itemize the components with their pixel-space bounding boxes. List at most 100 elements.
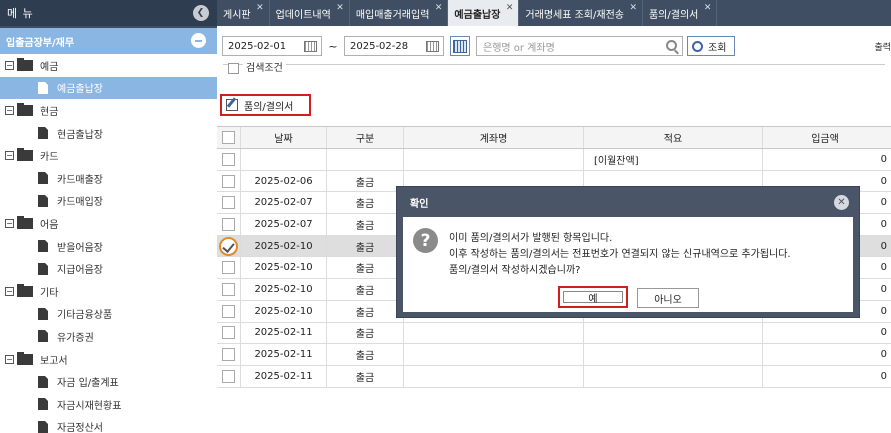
- row-checkbox[interactable]: [222, 217, 235, 231]
- sidebar-section[interactable]: 입출금장부/재무: [0, 28, 217, 54]
- cell-type: 출금: [327, 365, 404, 387]
- row-checkbox[interactable]: [222, 304, 235, 318]
- tree-item[interactable]: 예금출납장: [0, 76, 217, 100]
- table-row[interactable]: 2025-02-11 출금 0: [217, 322, 891, 345]
- column-header[interactable]: 계좌명: [404, 127, 584, 148]
- tree-item[interactable]: 카드매출장: [0, 167, 217, 190]
- document-icon: [38, 420, 48, 433]
- row-select-cell[interactable]: [217, 257, 241, 279]
- no-button[interactable]: 아니오: [637, 288, 699, 308]
- row-select-cell[interactable]: [217, 214, 241, 235]
- tree-item[interactable]: 지급어음장: [0, 257, 217, 280]
- tree-item[interactable]: 자금시재현황표: [0, 393, 217, 416]
- row-select-cell[interactable]: [217, 279, 241, 300]
- tree-item[interactable]: 기타금융상품: [0, 303, 217, 326]
- condition-label: 검색조건: [243, 59, 286, 74]
- row-checkbox[interactable]: [222, 196, 235, 210]
- search-input[interactable]: 은행명 or 계좌명: [476, 36, 683, 56]
- table-row[interactable]: [이월잔액] 0: [217, 149, 891, 171]
- tree-folder[interactable]: − 어음: [0, 212, 217, 235]
- tree-folder[interactable]: − 카드: [0, 144, 217, 167]
- yes-button[interactable]: 예: [558, 286, 628, 308]
- row-select-cell[interactable]: [217, 300, 241, 322]
- tab[interactable]: 매입매출거래입력 ✕: [350, 0, 449, 26]
- tree-item[interactable]: 유가증권: [0, 325, 217, 348]
- row-select-cell[interactable]: [217, 344, 241, 365]
- collapse-toggle-icon[interactable]: −: [5, 60, 14, 70]
- row-checkbox[interactable]: [222, 369, 235, 383]
- row-checkbox[interactable]: [222, 174, 235, 188]
- row-checkbox[interactable]: [222, 326, 235, 340]
- row-checkbox[interactable]: [219, 236, 238, 256]
- column-header[interactable]: 날짜: [241, 127, 327, 148]
- voucher-button[interactable]: 품의/결의서: [220, 94, 311, 116]
- row-checkbox[interactable]: [222, 282, 235, 296]
- cell-account: [404, 322, 584, 344]
- row-checkbox[interactable]: [222, 348, 235, 362]
- row-select-cell[interactable]: [217, 322, 241, 344]
- tree-item[interactable]: 받을어음장: [0, 235, 217, 258]
- collapse-toggle-icon[interactable]: −: [5, 354, 14, 364]
- search-icon[interactable]: [666, 40, 677, 51]
- date-from-input[interactable]: 2025-02-01: [222, 36, 322, 56]
- sidebar-header: 메 뉴 ❮: [0, 0, 217, 26]
- close-icon[interactable]: ✕: [834, 195, 849, 210]
- tab[interactable]: 게시판 ✕: [217, 0, 270, 26]
- folder-icon: [17, 215, 33, 229]
- close-icon[interactable]: ✕: [256, 3, 264, 13]
- confirm-dialog: 확인 ✕ ? 이미 품의/결의서가 발행된 항목입니다. 이후 작성하는 품의/…: [396, 186, 860, 318]
- calendar-icon[interactable]: [426, 41, 439, 52]
- row-select-cell[interactable]: [217, 235, 241, 257]
- tree-item[interactable]: 자금 입/출계표: [0, 370, 217, 393]
- row-select-cell[interactable]: [217, 365, 241, 387]
- collapse-icon[interactable]: [191, 33, 206, 48]
- close-icon[interactable]: ✕: [506, 3, 514, 13]
- table-row[interactable]: 2025-02-11 출금 0: [217, 365, 891, 388]
- tree-item[interactable]: 현금출납장: [0, 122, 217, 145]
- column-header[interactable]: 입금액: [763, 127, 891, 148]
- select-all-checkbox[interactable]: [222, 131, 235, 144]
- tab-label: 거래명세표 조회/재전송: [525, 9, 624, 21]
- table-row[interactable]: 2025-02-11 출금 0: [217, 344, 891, 366]
- close-icon[interactable]: ✕: [629, 3, 637, 13]
- row-checkbox[interactable]: [222, 261, 235, 275]
- column-header[interactable]: 구분: [327, 127, 404, 148]
- row-select-cell[interactable]: [217, 170, 241, 192]
- tab-label: 품의/결의서: [648, 9, 699, 21]
- collapse-toggle-icon[interactable]: −: [5, 105, 14, 115]
- row-select-cell[interactable]: [217, 192, 241, 214]
- cell-account: [404, 365, 584, 387]
- query-button[interactable]: 조회: [687, 36, 736, 56]
- calendar-button[interactable]: [450, 36, 470, 56]
- condition-checkbox[interactable]: [228, 63, 239, 74]
- cell-memo: [584, 365, 763, 387]
- close-icon[interactable]: ✕: [435, 3, 443, 13]
- tree-folder[interactable]: − 현금: [0, 99, 217, 122]
- tab[interactable]: 예금출납장 ✕: [448, 0, 520, 26]
- tree-item[interactable]: 자금정산서: [0, 416, 217, 433]
- tree-item[interactable]: 카드매입장: [0, 190, 217, 213]
- tab[interactable]: 거래명세표 조회/재전송 ✕: [519, 0, 643, 26]
- tree-folder[interactable]: − 기타: [0, 280, 217, 303]
- tab[interactable]: 품의/결의서 ✕: [643, 0, 718, 26]
- close-icon[interactable]: ✕: [336, 3, 344, 13]
- row-checkbox[interactable]: [222, 152, 235, 166]
- chevron-left-icon[interactable]: ❮: [193, 5, 209, 21]
- tree-folder[interactable]: − 보고서: [0, 348, 217, 371]
- print-label[interactable]: 출력: [874, 40, 891, 53]
- column-header[interactable]: 적요: [584, 127, 763, 148]
- tab[interactable]: 업데이트내역 ✕: [270, 0, 350, 26]
- cell-type: 출금: [327, 235, 404, 257]
- tree-folder[interactable]: − 예금: [0, 54, 217, 77]
- cell-date: 2025-02-10: [241, 235, 327, 257]
- collapse-toggle-icon[interactable]: −: [5, 151, 14, 161]
- collapse-toggle-icon[interactable]: −: [5, 218, 14, 228]
- row-select-cell[interactable]: [217, 149, 241, 170]
- select-all-cell[interactable]: [217, 127, 241, 148]
- calendar-icon[interactable]: [304, 41, 317, 52]
- collapse-toggle-icon[interactable]: −: [5, 286, 14, 296]
- document-icon: [38, 330, 48, 343]
- date-to-input[interactable]: 2025-02-28: [344, 36, 444, 56]
- close-icon[interactable]: ✕: [704, 3, 712, 13]
- tree-label: 받을어음장: [57, 242, 103, 254]
